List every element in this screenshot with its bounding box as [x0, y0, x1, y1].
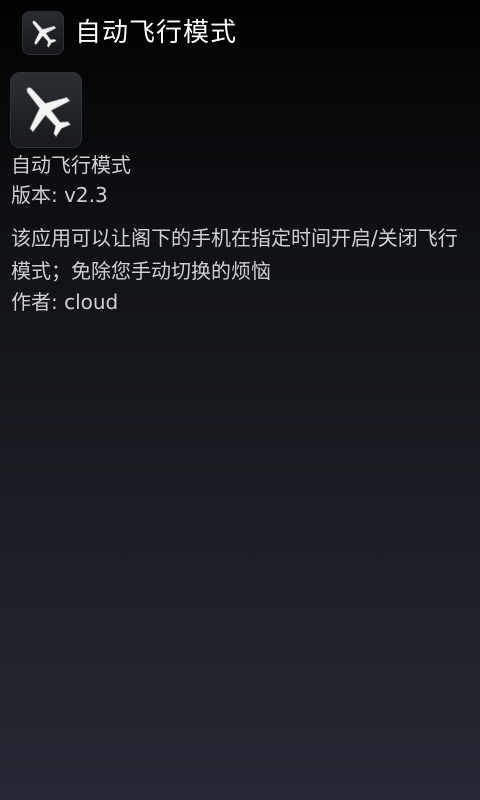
- airplane-icon: [32, 20, 57, 48]
- action-bar-title: 自动飞行模式: [75, 18, 238, 48]
- app-icon[interactable]: [22, 11, 64, 55]
- action-bar: 自动飞行模式: [0, 0, 480, 66]
- author-text: 作者: cloud: [11, 290, 119, 314]
- app-description: 该应用可以让阁下的手机在指定时间开启/关闭飞行模式；免除您手动切换的烦恼: [11, 226, 458, 283]
- app-name: 自动飞行模式: [11, 153, 131, 177]
- airplane-icon: [26, 87, 71, 138]
- about-app-icon: [10, 72, 82, 148]
- version-text: 版本: v2.3: [11, 183, 108, 207]
